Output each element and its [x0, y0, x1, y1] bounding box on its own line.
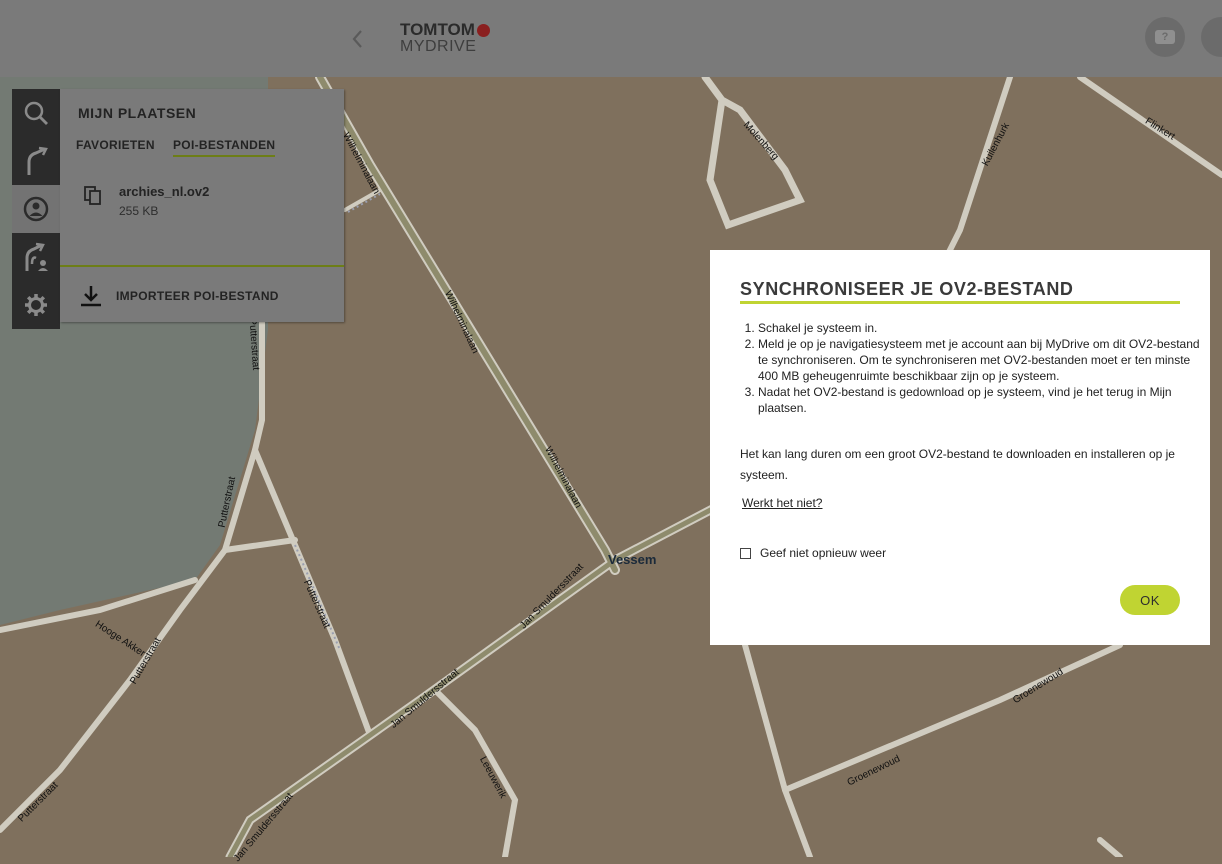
top-bar: TOMTOM MYDRIVE ? — [0, 0, 1222, 77]
dialog-steps: Schakel je systeem in. Meld je op je nav… — [740, 320, 1200, 416]
dont-show-again-checkbox[interactable] — [740, 547, 751, 559]
sidebar-rail — [12, 89, 60, 329]
help-button[interactable]: ? — [1145, 17, 1185, 57]
dialog-note: Het kan lang duren om een groot OV2-best… — [740, 447, 1175, 482]
my-places-panel: MIJN PLAATSEN FAVORIETEN POI-BESTANDEN a… — [60, 89, 344, 322]
rail-settings[interactable] — [12, 281, 60, 329]
panel-title: MIJN PLAATSEN — [78, 105, 197, 121]
poi-file-size: 255 KB — [119, 204, 159, 218]
town-label: Vessem — [608, 552, 657, 567]
back-chevron-icon[interactable] — [350, 28, 370, 50]
panel-divider — [60, 265, 344, 267]
gear-icon — [25, 294, 47, 316]
download-icon — [81, 286, 101, 307]
route-planner-icon — [25, 242, 48, 271]
tab-favorites[interactable]: FAVORIETEN — [76, 138, 155, 152]
dialog-step: Meld je op je navigatiesysteem met je ac… — [758, 336, 1200, 384]
poi-file-item[interactable]: archies_nl.ov2 255 KB — [84, 181, 324, 221]
rail-search[interactable] — [12, 89, 60, 137]
sync-ov2-dialog: SYNCHRONISEER JE OV2-BESTAND Schakel je … — [710, 250, 1210, 645]
rail-my-places[interactable] — [12, 185, 60, 233]
rail-route-planner[interactable] — [12, 233, 60, 281]
my-places-icon — [23, 196, 49, 222]
tomtom-hands-icon — [476, 23, 490, 37]
logo-brand: TOMTOM — [400, 20, 475, 39]
tab-poi-files[interactable]: POI-BESTANDEN — [173, 138, 276, 157]
help-icon: ? — [1155, 30, 1175, 44]
dialog-step: Nadat het OV2-bestand is gedownload op j… — [758, 384, 1200, 416]
ok-button[interactable]: OK — [1120, 585, 1180, 615]
dialog-step: Schakel je systeem in. — [758, 320, 1200, 336]
dialog-title-underline — [740, 301, 1180, 304]
rail-route[interactable] — [12, 137, 60, 185]
tomtom-mydrive-logo[interactable]: TOMTOM MYDRIVE — [400, 20, 490, 56]
not-working-link[interactable]: Werkt het niet? — [742, 496, 822, 510]
dont-show-again-label: Geef niet opnieuw weer — [760, 546, 887, 560]
route-icon — [27, 146, 48, 175]
import-poi-label: IMPORTEER POI-BESTAND — [116, 289, 279, 303]
logo-drive: DRIVE — [425, 38, 477, 55]
search-icon — [24, 101, 48, 125]
logo-my: MY — [400, 38, 425, 55]
user-account-button[interactable] — [1201, 17, 1222, 57]
dialog-title: SYNCHRONISEER JE OV2-BESTAND — [740, 279, 1074, 299]
copy-file-icon — [84, 186, 101, 205]
import-poi-button[interactable]: IMPORTEER POI-BESTAND — [80, 284, 279, 308]
dont-show-again-option[interactable]: Geef niet opnieuw weer — [740, 546, 886, 560]
poi-file-name: archies_nl.ov2 — [119, 184, 210, 199]
